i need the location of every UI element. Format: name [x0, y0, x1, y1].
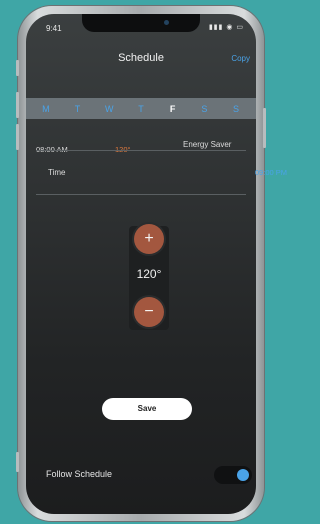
- copy-button[interactable]: Copy: [231, 54, 250, 63]
- page-title: Schedule: [118, 52, 164, 64]
- day-monday[interactable]: M: [39, 104, 53, 114]
- temperature-display: 120°: [136, 267, 162, 281]
- day-saturday[interactable]: S: [197, 104, 211, 114]
- status-time: 9:41: [46, 24, 62, 33]
- toggle-knob: [237, 469, 249, 481]
- status-icons: ▮▮▮ ◉ ▭: [208, 24, 244, 31]
- increase-temp-button[interactable]: +: [134, 224, 164, 254]
- volume-up-button: [16, 92, 19, 118]
- follow-schedule-label: Follow Schedule: [46, 469, 113, 479]
- day-sunday[interactable]: S: [229, 104, 243, 114]
- save-button[interactable]: Save: [102, 398, 192, 420]
- camera-icon: [164, 20, 169, 25]
- follow-schedule-toggle[interactable]: [214, 466, 252, 484]
- decrease-temp-button[interactable]: −: [134, 297, 164, 327]
- divider: [36, 150, 246, 151]
- time-value[interactable]: 09:00 PM: [255, 168, 287, 177]
- day-wednesday[interactable]: W: [102, 104, 116, 114]
- volume-down-button: [16, 124, 19, 150]
- day-tuesday[interactable]: T: [71, 104, 85, 114]
- bottom-side-button: [16, 452, 19, 472]
- notch: [82, 14, 200, 32]
- power-button: [263, 108, 266, 148]
- divider: [36, 194, 246, 195]
- time-label: Time: [48, 168, 66, 177]
- side-button: [16, 60, 19, 76]
- day-selector: M T W T F S S: [26, 98, 256, 119]
- schedule-mode[interactable]: Energy Saver: [183, 140, 233, 150]
- day-thursday[interactable]: T: [134, 104, 148, 114]
- day-friday[interactable]: F: [166, 104, 180, 114]
